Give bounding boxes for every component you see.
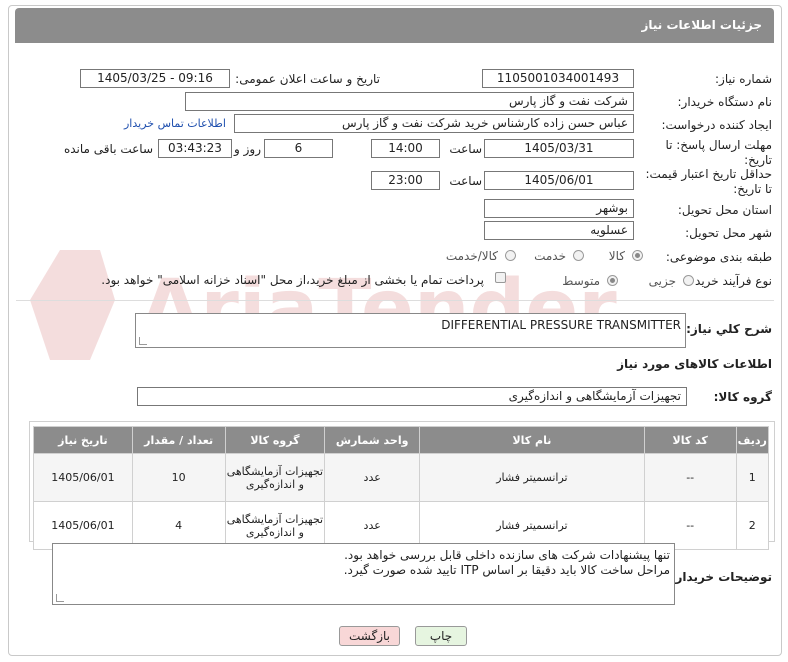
buyer-notes-line-1: تنها پیشنهادات شرکت های سازنده داخلی قاب… bbox=[344, 548, 670, 562]
cell-row: 2 bbox=[735, 501, 770, 550]
back-button[interactable]: بازگشت bbox=[339, 626, 400, 646]
resize-grip-icon[interactable] bbox=[139, 337, 147, 345]
city-label: شهر محل تحویل: bbox=[685, 226, 772, 240]
description-label: شرح کلي نياز: bbox=[686, 322, 772, 336]
col-group: گروه کالا bbox=[224, 426, 326, 454]
col-row: ردیف bbox=[735, 426, 770, 454]
remaining-label: ساعت باقی مانده bbox=[63, 142, 153, 156]
table-row: 1 -- ترانسمیتر فشار عدد تجهیزات آزمایشگا… bbox=[33, 453, 770, 502]
panel-header: جزئیات اطلاعات نیاز bbox=[15, 8, 774, 43]
province-label: استان محل تحویل: bbox=[677, 203, 772, 217]
divider bbox=[16, 300, 774, 301]
validity-date-field: 1405/06/01 bbox=[484, 171, 634, 190]
validity-label-2: تا تاریخ: bbox=[733, 182, 772, 196]
category-radio-both[interactable] bbox=[505, 250, 516, 261]
purchase-radio-medium[interactable] bbox=[607, 275, 618, 286]
deadline-label-1: مهلت ارسال پاسخ: تا bbox=[665, 138, 772, 152]
goods-group-field: تجهیزات آزمایشگاهی و اندازه‌گیری bbox=[137, 387, 687, 406]
goods-group-label: گروه کالا: bbox=[713, 390, 772, 404]
buyer-org-label: نام دستگاه خریدار: bbox=[677, 95, 773, 109]
category-option-goods: کالا bbox=[608, 249, 625, 263]
deadline-time-field: 14:00 bbox=[371, 139, 440, 158]
purchase-radio-minor[interactable] bbox=[683, 275, 694, 286]
creator-label: ایجاد کننده درخواست: bbox=[661, 118, 772, 132]
treasury-payment-checkbox[interactable] bbox=[495, 272, 506, 283]
days-label: روز و bbox=[234, 142, 261, 156]
buyer-org-field: شرکت نفت و گاز پارس bbox=[185, 92, 634, 111]
validity-time-field: 23:00 bbox=[371, 171, 440, 190]
buyer-contact-link[interactable]: اطلاعات تماس خریدار bbox=[124, 117, 226, 130]
buyer-notes-textarea[interactable]: تنها پیشنهادات شرکت های سازنده داخلی قاب… bbox=[52, 543, 675, 605]
days-field: 6 bbox=[264, 139, 333, 158]
cell-row: 1 bbox=[735, 453, 770, 502]
buyer-notes-label: توضیحات خریدار: bbox=[670, 570, 772, 584]
need-number-label: شماره نیاز: bbox=[715, 72, 772, 86]
validity-label-1: حداقل تاریخ اعتبار قیمت: bbox=[645, 167, 772, 181]
col-unit: واحد شمارش bbox=[324, 426, 421, 454]
announce-label: تاریخ و ساعت اعلان عمومی: bbox=[235, 72, 380, 86]
print-button[interactable]: چاپ bbox=[415, 626, 467, 646]
deadline-date-field: 1405/03/31 bbox=[484, 139, 634, 158]
validity-time-label: ساعت bbox=[449, 174, 482, 188]
purchase-option-medium: متوسط bbox=[562, 274, 600, 288]
creator-field: عباس حسن زاده کارشناس خرید شرکت نفت و گا… bbox=[234, 114, 634, 133]
treasury-payment-note: پرداخت تمام یا بخشی از مبلغ خرید،از محل … bbox=[101, 273, 484, 287]
announce-field: 1405/03/25 - 09:16 bbox=[80, 69, 230, 88]
goods-section-title: اطلاعات کالاهای مورد نیاز bbox=[617, 357, 772, 371]
col-name: نام کالا bbox=[419, 426, 645, 454]
col-date: تاریخ نیاز bbox=[33, 426, 133, 454]
purchase-option-minor: جزیی bbox=[648, 274, 676, 288]
category-option-both: کالا/خدمت bbox=[445, 249, 498, 263]
cell-code: -- bbox=[643, 453, 737, 502]
panel-title: جزئیات اطلاعات نیاز bbox=[641, 18, 762, 32]
city-field: عسلویه bbox=[484, 221, 634, 240]
cell-unit: عدد bbox=[324, 453, 421, 502]
need-number-field: 1105001034001493 bbox=[482, 69, 634, 88]
purchase-type-label: نوع فرآیند خرید : bbox=[687, 274, 772, 288]
col-code: کد کالا bbox=[643, 426, 737, 454]
cell-name: ترانسمیتر فشار bbox=[419, 453, 645, 502]
buyer-notes-line-2: مراحل ساخت کالا باید دقیقا بر اساس ITP ت… bbox=[343, 563, 670, 577]
items-table: ردیف کد کالا نام کالا واحد شمارش گروه کا… bbox=[33, 426, 770, 550]
description-textarea[interactable]: DIFFERENTIAL PRESSURE TRANSMITTER bbox=[135, 313, 686, 348]
category-radio-service[interactable] bbox=[573, 250, 584, 261]
cell-group: تجهیزات آزمایشگاهی و اندازه‌گیری bbox=[224, 453, 326, 502]
resize-grip-icon[interactable] bbox=[56, 594, 64, 602]
cell-date: 1405/06/01 bbox=[33, 453, 133, 502]
table-header-row: ردیف کد کالا نام کالا واحد شمارش گروه کا… bbox=[33, 426, 770, 454]
col-qty: تعداد / مقدار bbox=[131, 426, 226, 454]
description-text: DIFFERENTIAL PRESSURE TRANSMITTER bbox=[441, 318, 681, 332]
cell-qty: 10 bbox=[131, 453, 226, 502]
deadline-time-label: ساعت bbox=[449, 142, 482, 156]
category-label: طبقه بندی موضوعی: bbox=[665, 250, 772, 264]
category-radio-goods[interactable] bbox=[632, 250, 643, 261]
deadline-label-2: تاریخ: bbox=[744, 153, 772, 167]
remaining-time-field: 03:43:23 bbox=[158, 139, 232, 158]
category-option-service: خدمت bbox=[534, 249, 566, 263]
province-field: بوشهر bbox=[484, 199, 634, 218]
